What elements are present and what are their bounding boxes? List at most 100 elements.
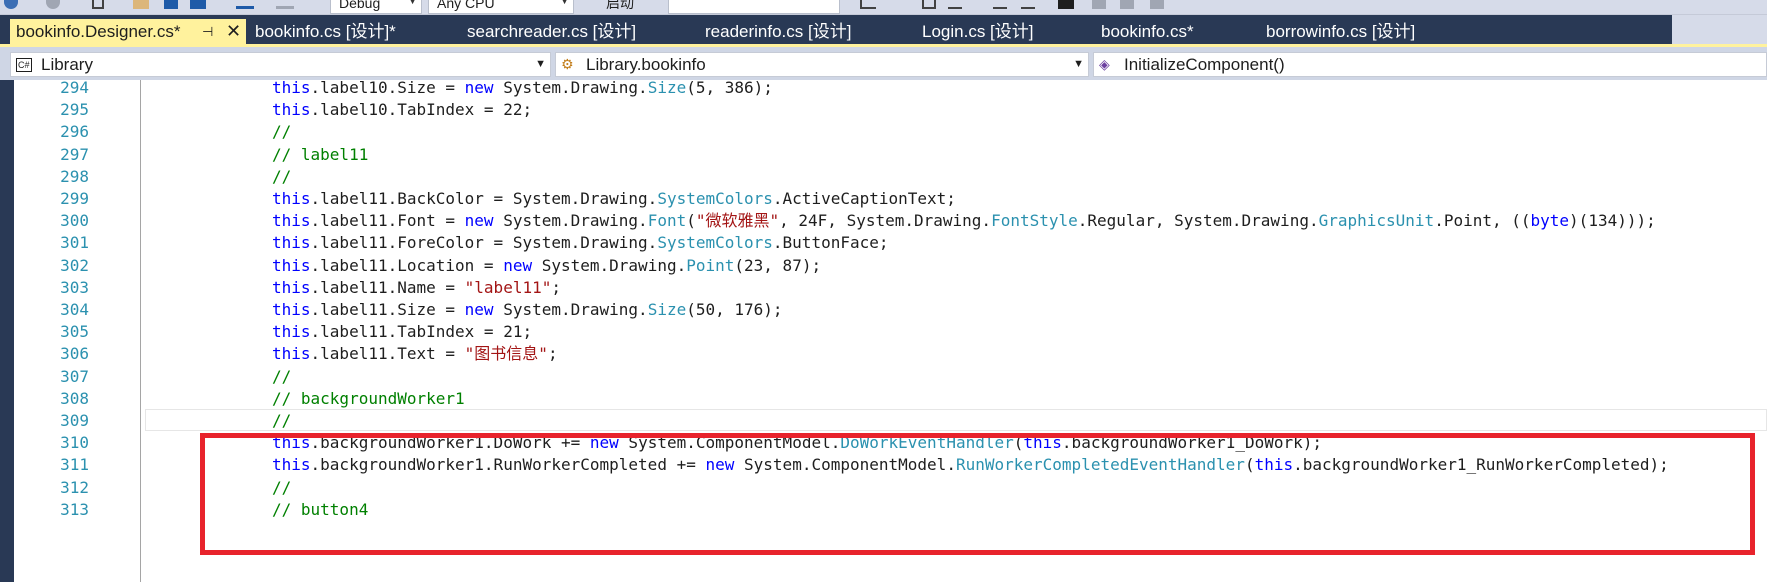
indent-icon[interactable] — [948, 0, 962, 9]
code-text: this.label10.Size = new System.Drawing.S… — [272, 80, 773, 99]
tab-label: borrowinfo.cs [设计] — [1266, 22, 1416, 41]
code-text: // — [272, 410, 291, 432]
save-all-icon[interactable] — [190, 0, 206, 9]
save-icon[interactable] — [164, 0, 178, 9]
chevron-down-icon: ▼ — [1073, 58, 1084, 70]
tab-searchreader-cs-design[interactable]: searchreader.cs [设计] — [467, 19, 636, 44]
code-text: this.label11.BackColor = System.Drawing.… — [272, 188, 956, 210]
code-text: this.label11.ForeColor = System.Drawing.… — [272, 232, 889, 254]
code-token: "微软雅黑" — [695, 211, 780, 231]
code-line[interactable]: 304 this.label11.Size = new System.Drawin… — [14, 299, 1767, 321]
outdent-left-icon[interactable] — [993, 0, 1007, 9]
code-line[interactable]: 312 // — [14, 477, 1767, 499]
code-token: ( — [686, 211, 696, 231]
code-text: // — [272, 366, 291, 388]
start-button[interactable]: 启动 — [584, 0, 656, 14]
code-token: (5, 386); — [686, 80, 773, 97]
new-item-icon[interactable] — [92, 0, 104, 9]
class-dropdown[interactable]: ⚙ Library.bookinfo ▼ — [555, 52, 1089, 77]
code-line[interactable]: 303 this.label11.Name = "label11"; — [14, 277, 1767, 299]
code-token: System.Drawing. — [493, 80, 648, 97]
bookmark-icon[interactable] — [1058, 0, 1074, 9]
code-token: (23, 87); — [734, 255, 822, 275]
class-icon: ⚙ — [561, 56, 574, 72]
chevron-down-icon: ▼ — [535, 58, 546, 70]
clear-bookmarks-icon[interactable] — [1150, 0, 1164, 9]
pin-icon[interactable]: ⊣ — [202, 19, 213, 44]
code-token: .Point, (( — [1434, 211, 1531, 231]
chevron-down-icon: ▼ — [560, 0, 569, 6]
line-number: 297 — [60, 144, 89, 164]
code-token: this — [1023, 433, 1062, 453]
code-line[interactable]: 313 // button4 — [14, 499, 1767, 521]
code-line[interactable]: 309 // — [14, 410, 1767, 432]
code-line[interactable]: 302 this.label11.Location = new System.Dr… — [14, 255, 1767, 277]
code-line[interactable]: 306 this.label11.Text = "图书信息"; — [14, 343, 1767, 365]
code-token: ; — [551, 277, 561, 297]
code-token: new — [589, 433, 619, 453]
code-token: byte — [1530, 211, 1570, 231]
tab-readerinfo-cs-design[interactable]: readerinfo.cs [设计] — [705, 19, 851, 44]
code-editor[interactable]: 294 this.label10.Size = new System.Drawin… — [14, 80, 1767, 582]
project-dropdown[interactable]: C# Library ▼ — [10, 52, 551, 77]
tab-bookinfo-cs[interactable]: bookinfo.cs* — [1101, 19, 1194, 44]
format-document-icon[interactable] — [860, 0, 876, 9]
code-text: // — [272, 477, 291, 499]
code-text: this.label11.Location = new System.Drawi… — [272, 255, 821, 277]
line-number: 296 — [60, 122, 89, 142]
outdent-right-icon[interactable] — [1021, 0, 1035, 9]
code-line[interactable]: 295 this.label10.TabIndex = 22; — [14, 99, 1767, 121]
tab-bookinfo-cs-design[interactable]: bookinfo.cs [设计]* — [255, 19, 396, 44]
code-line[interactable]: 297 // label11 — [14, 144, 1767, 166]
code-token: Size — [647, 300, 687, 319]
code-token: RunWorkerCompletedEventHandler — [955, 455, 1245, 475]
code-line[interactable]: 308 // backgroundWorker1 — [14, 388, 1767, 410]
code-line[interactable]: 294 this.label10.Size = new System.Drawin… — [14, 80, 1767, 99]
tab-bookinfo-designer-cs[interactable]: bookinfo.Designer.cs* ⊣ ✕ — [10, 19, 246, 44]
code-line[interactable]: 310 this.backgroundWorker1.DoWork += new … — [14, 432, 1767, 454]
class-label: Library.bookinfo — [586, 55, 706, 74]
code-line[interactable]: 301 this.label11.ForeColor = System.Drawi… — [14, 232, 1767, 254]
code-token: .backgroundWorker1_RunWorkerCompleted); — [1293, 455, 1669, 475]
code-token: .label10.Size = — [310, 80, 465, 97]
tab-label: bookinfo.Designer.cs* — [16, 22, 181, 41]
member-dropdown[interactable]: ◈ InitializeComponent() — [1093, 52, 1767, 77]
comment-icon[interactable] — [922, 0, 936, 9]
next-bookmark-icon[interactable] — [1120, 0, 1134, 9]
code-token: DoWorkEventHandler — [840, 433, 1014, 453]
redo-icon[interactable] — [276, 0, 294, 9]
code-token: // backgroundWorker1 — [272, 388, 465, 408]
code-token: .ButtonFace; — [772, 233, 889, 253]
code-line[interactable]: 305 this.label11.TabIndex = 21; — [14, 321, 1767, 343]
close-icon[interactable]: ✕ — [226, 19, 241, 44]
solution-configuration-combo[interactable]: Debug ▼ — [330, 0, 422, 14]
code-token: // label11 — [272, 144, 369, 164]
navigate-forward-icon[interactable] — [46, 0, 60, 9]
code-line[interactable]: 298 // — [14, 166, 1767, 188]
toolbar-find-box[interactable] — [668, 0, 840, 14]
open-folder-icon[interactable] — [133, 0, 149, 9]
code-line[interactable]: 300 this.label11.Font = new System.Drawin… — [14, 210, 1767, 232]
code-token: .label10.TabIndex = 22; — [310, 100, 533, 120]
code-line[interactable]: 296 // — [14, 121, 1767, 143]
code-line[interactable]: 299 this.label11.BackColor = System.Drawi… — [14, 188, 1767, 210]
line-number: 306 — [60, 344, 89, 364]
tab-login-cs-design[interactable]: Login.cs [设计] — [922, 19, 1034, 44]
prev-bookmark-icon[interactable] — [1092, 0, 1106, 9]
code-token: ( — [1244, 455, 1255, 475]
line-number: 308 — [60, 388, 89, 408]
tab-borrowinfo-cs-design[interactable]: borrowinfo.cs [设计] — [1266, 19, 1415, 44]
code-line[interactable]: 311 this.backgroundWorker1.RunWorkerCompl… — [14, 454, 1767, 476]
undo-icon[interactable] — [236, 0, 254, 9]
code-line[interactable]: 307 // — [14, 366, 1767, 388]
code-token: SystemColors — [657, 189, 773, 208]
navigate-back-icon[interactable] — [4, 0, 18, 9]
code-token: System.ComponentModel. — [734, 455, 956, 475]
solution-platform-combo[interactable]: Any CPU ▼ — [428, 0, 574, 14]
code-token: .label11.ForeColor = System.Drawing. — [310, 233, 658, 253]
code-token: .label11.Location = — [310, 255, 504, 275]
chevron-down-icon: ▼ — [408, 0, 417, 6]
code-token: ; — [547, 344, 558, 364]
code-token: // — [272, 477, 292, 497]
code-token: this — [272, 300, 311, 319]
